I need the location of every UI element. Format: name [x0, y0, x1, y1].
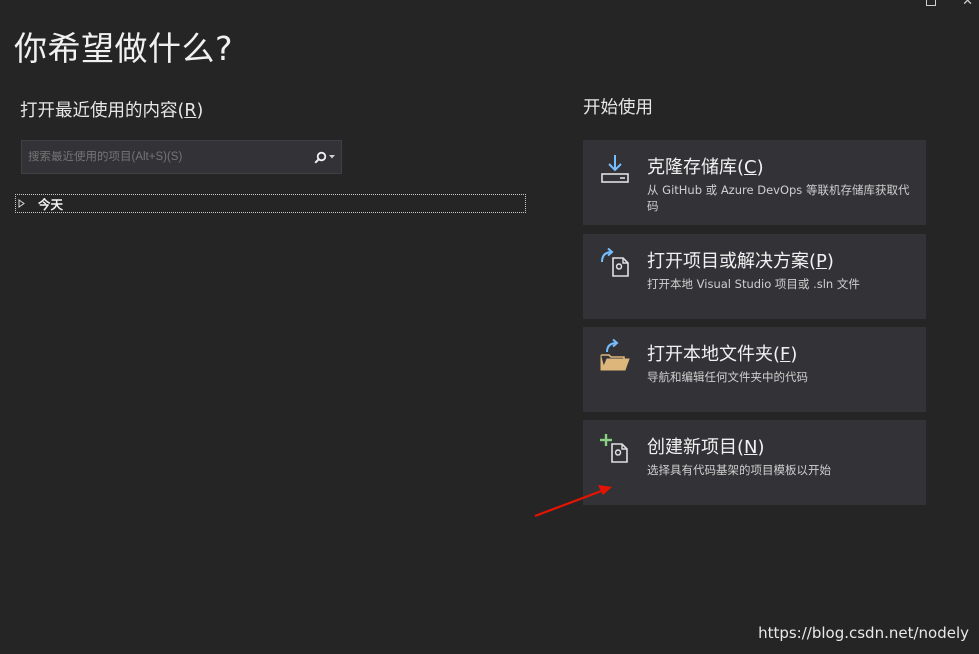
open-project-card[interactable]: 打开项目或解决方案(P) 打开本地 Visual Studio 项目或 .sln…	[583, 234, 926, 319]
recent-heading: 打开最近使用的内容(R)	[20, 101, 204, 121]
open-project-icon	[601, 247, 629, 277]
page-title: 你希望做什么?	[14, 29, 234, 68]
card-description: 导航和编辑任何文件夹中的代码	[647, 370, 808, 384]
get-started-heading: 开始使用	[583, 98, 653, 118]
create-new-project-card[interactable]: 创建新项目(N) 选择具有代码基架的项目模板以开始	[583, 420, 926, 505]
clone-repository-card[interactable]: 克隆存储库(C) 从 GitHub 或 Azure DevOps 等联机存储库获…	[583, 140, 926, 225]
card-description: 从 GitHub 或 Azure DevOps 等联机存储库获取代码	[647, 183, 910, 213]
maximize-button[interactable]	[926, 0, 937, 6]
expand-triangle-icon[interactable]	[18, 199, 25, 208]
new-project-icon	[600, 434, 628, 463]
red-annotation-arrow	[534, 485, 612, 518]
recent-group-label: 今天	[38, 197, 64, 212]
search-options-button[interactable]	[307, 141, 341, 173]
card-title: 打开项目或解决方案(P)	[647, 251, 834, 272]
window-controls: ✕	[926, 0, 973, 9]
card-description: 选择具有代码基架的项目模板以开始	[647, 463, 831, 477]
clone-download-icon	[601, 155, 629, 183]
chevron-down-icon	[328, 155, 335, 159]
watermark-text: https://blog.csdn.net/nodely	[758, 624, 969, 642]
card-description: 打开本地 Visual Studio 项目或 .sln 文件	[647, 277, 860, 291]
recent-group-today[interactable]: 今天	[15, 194, 526, 213]
search-input[interactable]	[22, 151, 307, 163]
search-icon	[313, 151, 326, 164]
card-title: 打开本地文件夹(F)	[647, 344, 798, 365]
card-title: 克隆存储库(C)	[647, 157, 764, 178]
open-folder-card[interactable]: 打开本地文件夹(F) 导航和编辑任何文件夹中的代码	[583, 327, 926, 412]
recent-search-box[interactable]	[21, 140, 342, 174]
card-title: 创建新项目(N)	[647, 437, 765, 458]
close-button[interactable]: ✕	[962, 0, 973, 9]
open-folder-icon	[600, 339, 630, 371]
